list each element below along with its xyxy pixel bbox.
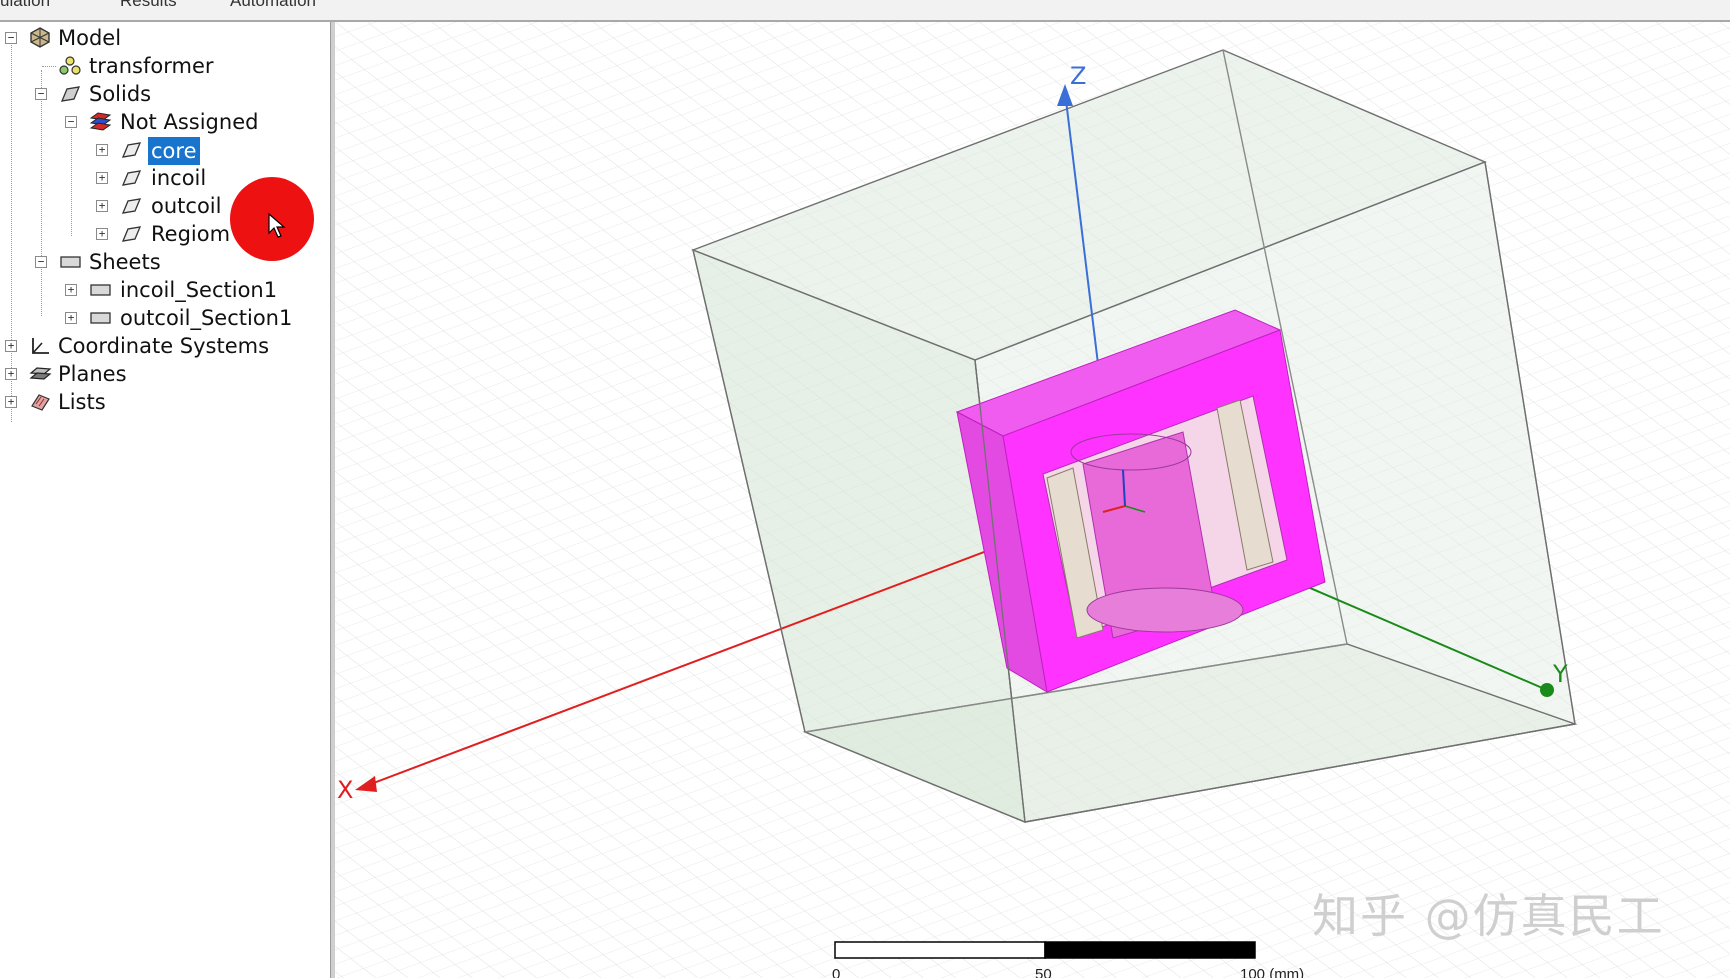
tree-node-coordinate-systems[interactable]: + Coordinate Systems bbox=[0, 331, 300, 361]
coordinate-system-icon bbox=[32, 338, 49, 354]
tree-node-model[interactable]: − Model bbox=[0, 23, 300, 53]
tree-node-core[interactable]: + core bbox=[0, 135, 300, 165]
tree-label: Solids bbox=[89, 82, 152, 106]
expand-toggle[interactable]: + bbox=[96, 144, 108, 156]
scale-tick-100: 100 (mm) bbox=[1240, 966, 1305, 978]
3d-scene: Z Y X bbox=[335, 22, 1730, 978]
collapse-toggle[interactable]: − bbox=[65, 116, 77, 128]
design-icon bbox=[59, 56, 81, 75]
solid-icon bbox=[121, 142, 142, 158]
tree-node-outcoil-section1[interactable]: + outcoil_Section1 bbox=[0, 303, 300, 333]
expand-toggle[interactable]: + bbox=[5, 340, 17, 352]
tree-label: transformer bbox=[89, 54, 214, 78]
y-axis-label: Y bbox=[1552, 660, 1568, 688]
solid-icon bbox=[121, 170, 142, 186]
tree-node-planes[interactable]: + Planes bbox=[0, 359, 300, 389]
tree-label: Coordinate Systems bbox=[58, 334, 270, 358]
tree-label: Model bbox=[58, 26, 122, 50]
expand-toggle[interactable]: + bbox=[5, 368, 17, 380]
y-axis-arrow bbox=[1540, 683, 1554, 697]
3d-modeler-viewport[interactable]: Z Y X 0 50 100 (mm) bbox=[335, 22, 1730, 978]
expand-toggle[interactable]: + bbox=[65, 284, 77, 296]
expand-toggle[interactable]: + bbox=[65, 312, 77, 324]
material-icon bbox=[89, 112, 112, 131]
solid-icon bbox=[60, 86, 81, 102]
tree-node-not-assigned[interactable]: − Not Assigned bbox=[0, 107, 300, 137]
z-axis-label: Z bbox=[1070, 62, 1086, 90]
tree-node-solids[interactable]: − Solids bbox=[0, 79, 300, 109]
collapse-toggle[interactable]: − bbox=[5, 32, 17, 44]
expand-toggle[interactable]: + bbox=[5, 396, 17, 408]
x-axis-label: X bbox=[337, 776, 353, 804]
tree-label: core bbox=[148, 137, 200, 165]
sheet-icon bbox=[90, 284, 111, 296]
menu-simulation[interactable]: ulation bbox=[0, 0, 50, 11]
menu-bar: ulation Results Automation bbox=[0, 0, 1730, 22]
scale-tick-0: 0 bbox=[832, 966, 841, 978]
tree-label: Not Assigned bbox=[120, 110, 259, 134]
menu-results[interactable]: Results bbox=[120, 0, 177, 11]
tree-node-incoil-section1[interactable]: + incoil_Section1 bbox=[0, 275, 300, 305]
solid-icon bbox=[121, 198, 142, 214]
lists-icon bbox=[31, 394, 50, 411]
solid-icon bbox=[121, 226, 142, 242]
menu-automation[interactable]: Automation bbox=[230, 0, 316, 11]
expand-toggle[interactable]: + bbox=[96, 200, 108, 212]
tree-label: Regiom bbox=[151, 222, 231, 246]
scale-tick-50: 50 bbox=[1035, 966, 1052, 978]
expand-toggle[interactable]: + bbox=[96, 228, 108, 240]
collapse-toggle[interactable]: − bbox=[35, 256, 47, 268]
model-icon bbox=[30, 27, 50, 48]
cursor-highlight bbox=[230, 177, 314, 261]
sheet-icon bbox=[90, 312, 111, 324]
scale-bar bbox=[834, 941, 1256, 959]
tree-label: outcoil bbox=[151, 194, 222, 218]
watermark: 知乎 @仿真民工 bbox=[1312, 889, 1665, 943]
tree-node-lists[interactable]: + Lists bbox=[0, 387, 300, 417]
model-tree: − Model transformer − Solids − Not Assig… bbox=[0, 22, 330, 978]
collapse-toggle[interactable]: − bbox=[35, 88, 47, 100]
sheet-icon bbox=[60, 256, 81, 268]
tree-label: Lists bbox=[58, 390, 106, 414]
tree-label: incoil_Section1 bbox=[120, 278, 278, 302]
tree-label: Sheets bbox=[89, 250, 161, 274]
tree-label: Planes bbox=[58, 362, 127, 386]
expand-toggle[interactable]: + bbox=[96, 172, 108, 184]
tree-label: outcoil_Section1 bbox=[120, 306, 293, 330]
mouse-cursor-icon bbox=[268, 213, 286, 238]
planes-icon bbox=[29, 367, 52, 380]
tree-label: incoil bbox=[151, 166, 207, 190]
tree-node-transformer[interactable]: transformer bbox=[0, 51, 300, 81]
